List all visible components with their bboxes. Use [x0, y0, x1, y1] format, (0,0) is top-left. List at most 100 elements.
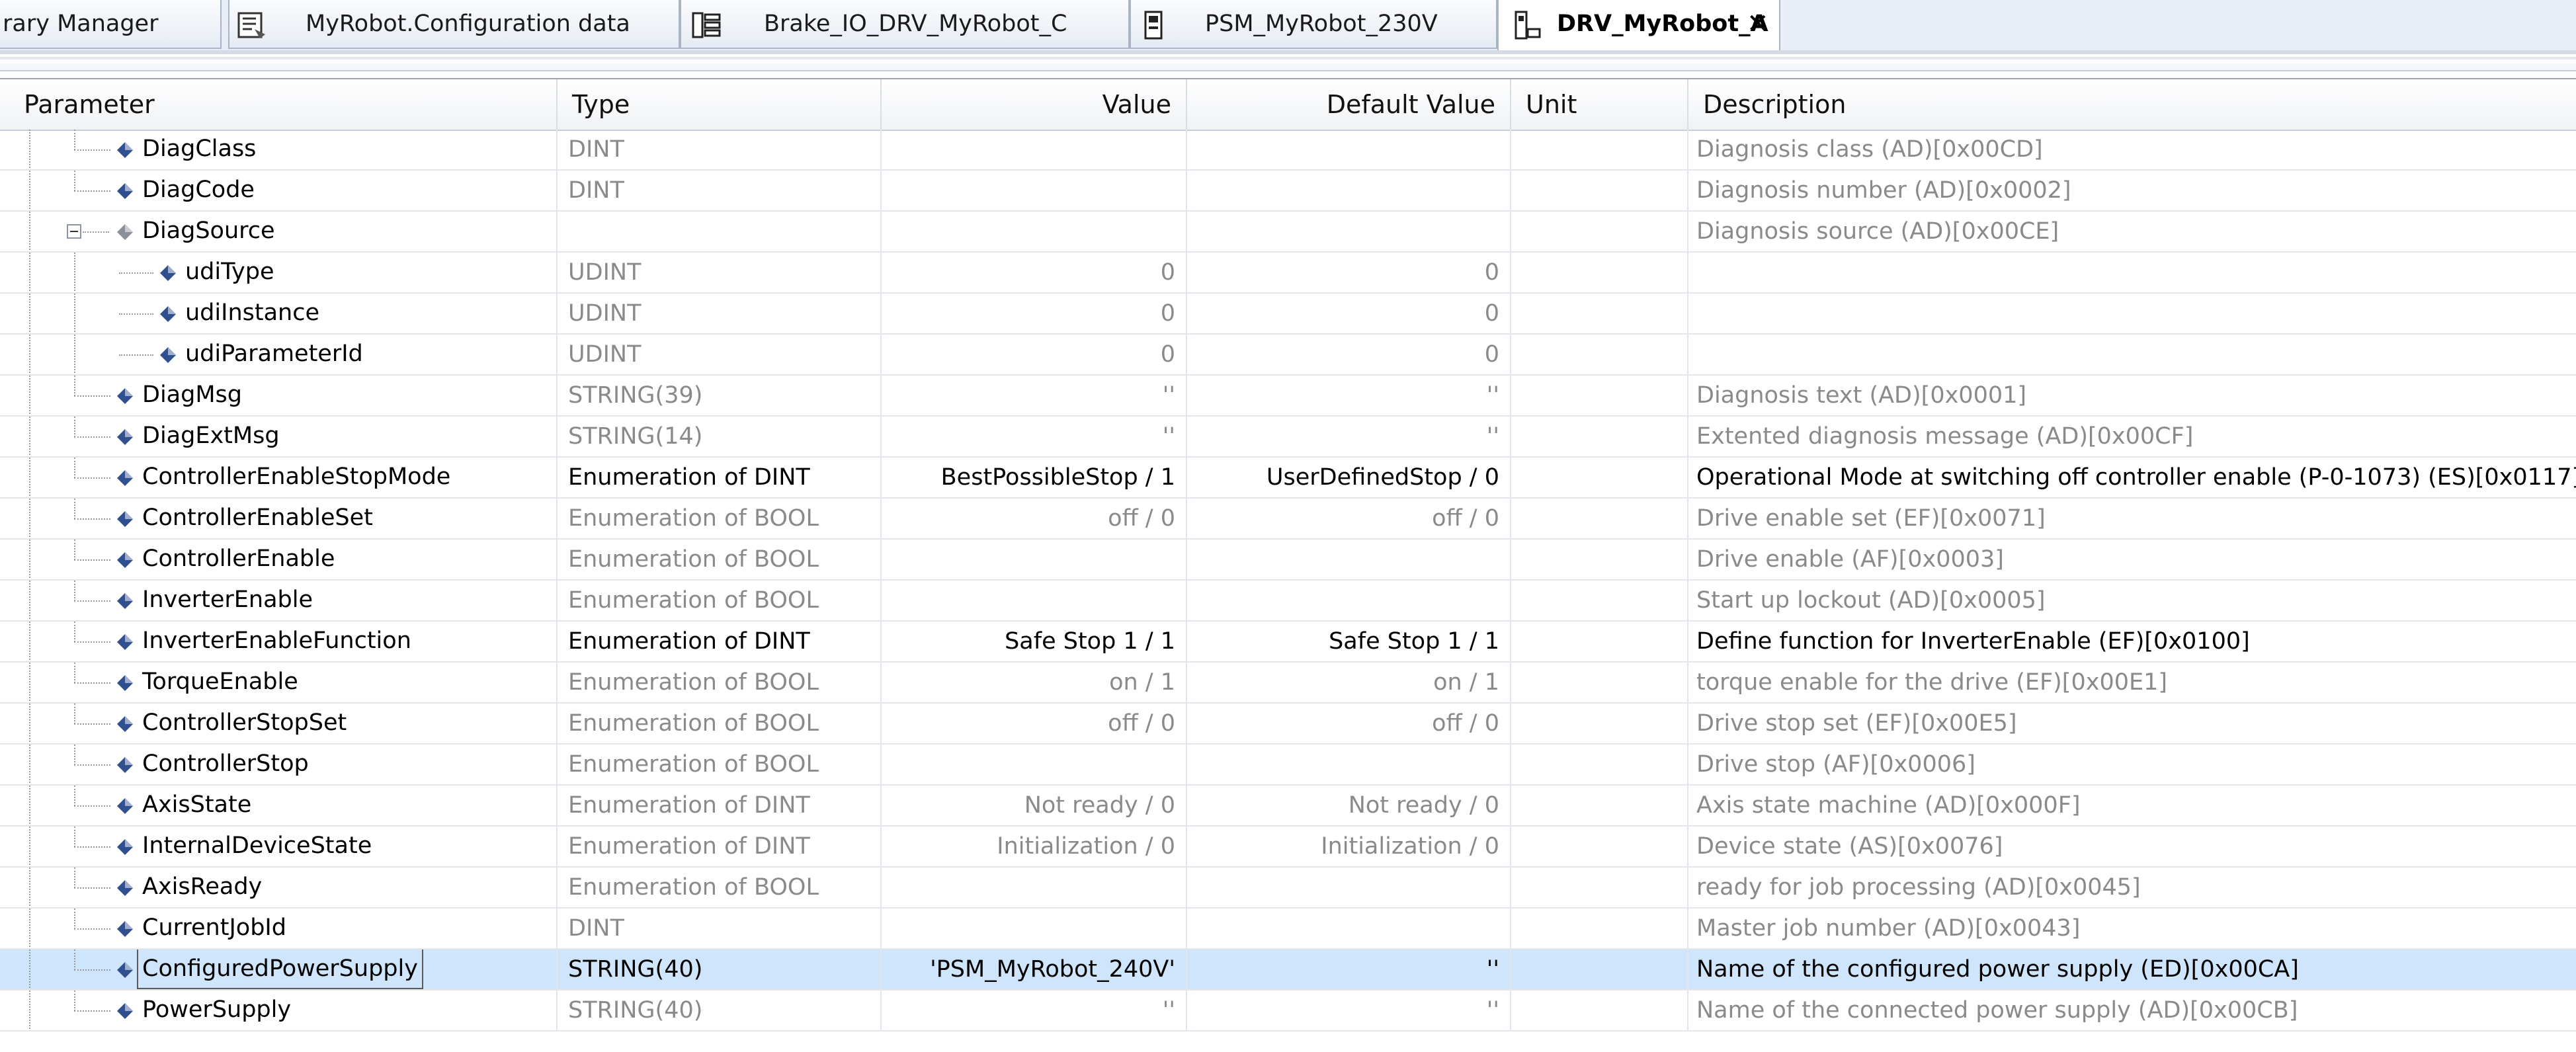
tree-line	[74, 294, 75, 333]
value-cell	[882, 909, 1187, 948]
collapse-toggle-icon[interactable]	[67, 224, 81, 239]
tree-line	[74, 499, 75, 519]
parameter-cell[interactable]: DiagClass	[0, 130, 558, 169]
table-row[interactable]: TorqueEnable Enumeration of BOOL on / 1 on …	[0, 663, 2576, 704]
table-row[interactable]: DiagExtMsg STRING(14) '' '' Extented diagnos…	[0, 417, 2576, 458]
table-row[interactable]: ConfiguredPowerSupply STRING(40) 'PSM_MyRo…	[0, 950, 2576, 991]
description-cell: Drive stop (AF)[0x0006]	[1696, 751, 1975, 778]
parameter-cell[interactable]: ControllerStop	[0, 745, 558, 784]
parameter-name: ConfiguredPowerSupply	[137, 950, 423, 989]
parameter-cell[interactable]: InternalDeviceState	[0, 827, 558, 866]
default-value-cell: UserDefinedStop / 0	[1187, 458, 1511, 497]
tree-line	[74, 130, 75, 150]
tree-line	[74, 887, 110, 889]
tree-line	[74, 376, 75, 396]
type-cell: STRING(40)	[558, 991, 882, 1030]
table-row[interactable]: ControllerEnableStopMode Enumeration of D…	[0, 458, 2576, 499]
table-row[interactable]: DiagSource Diagnosis source (AD)[0x00CE]	[0, 212, 2576, 253]
table-row[interactable]: AxisReady Enumeration of BOOL ready for jo…	[0, 868, 2576, 909]
parameter-cell[interactable]: InverterEnable	[0, 581, 558, 620]
table-row[interactable]: InverterEnable Enumeration of BOOL Start u…	[0, 581, 2576, 622]
tree-line	[74, 682, 110, 684]
value-cell[interactable]: 'PSM_MyRobot_240V'	[882, 950, 1187, 989]
tree-line	[29, 663, 30, 702]
parameter-cell[interactable]: udiInstance	[0, 294, 558, 333]
table-row[interactable]: DiagMsg STRING(39) '' '' Diagnosis text (AD)…	[0, 376, 2576, 417]
table-row[interactable]: ControllerEnable Enumeration of BOOL Drive…	[0, 540, 2576, 581]
parameter-cell[interactable]: ControllerEnableSet	[0, 499, 558, 538]
type-cell: Enumeration of DINT	[558, 827, 882, 866]
default-value-cell: 0	[1187, 335, 1511, 374]
parameter-group-icon	[117, 224, 133, 240]
parameter-cell[interactable]: DiagExtMsg	[0, 417, 558, 456]
tree-line	[29, 253, 30, 292]
column-header-value[interactable]: Value	[882, 79, 1187, 130]
parameter-cell[interactable]: ControllerStopSet	[0, 704, 558, 743]
table-row[interactable]: ControllerStopSet Enumeration of BOOL off …	[0, 704, 2576, 745]
tab-configuration-data[interactable]: MyRobot.Configuration data	[228, 0, 680, 49]
column-header-description[interactable]: Description	[1688, 79, 2576, 130]
table-row[interactable]: InternalDeviceState Enumeration of DINT In…	[0, 827, 2576, 868]
default-value-cell: on / 1	[1187, 663, 1511, 702]
parameter-cell[interactable]: AxisState	[0, 786, 558, 825]
table-row[interactable]: DiagClass DINT Diagnosis class (AD)[0x00CD…	[0, 130, 2576, 171]
column-header-default-value[interactable]: Default Value	[1187, 79, 1511, 130]
tree-line	[29, 458, 30, 497]
parameter-cell[interactable]: ControllerEnableStopMode	[0, 458, 558, 497]
table-row[interactable]: ControllerStop Enumeration of BOOL Drive s…	[0, 745, 2576, 786]
value-cell	[882, 212, 1187, 251]
tab-library-manager[interactable]: rary Manager	[0, 0, 222, 49]
close-tab-icon[interactable]: ✕	[1747, 8, 1769, 40]
tab-drv-myrobot-a[interactable]: DRV_MyRobot_A ✕	[1497, 0, 1780, 50]
default-value-cell: Initialization / 0	[1187, 827, 1511, 866]
parameter-cell[interactable]: AxisReady	[0, 868, 558, 907]
parameter-cell[interactable]: udiType	[0, 253, 558, 292]
table-row[interactable]: AxisState Enumeration of DINT Not ready / …	[0, 786, 2576, 827]
value-cell[interactable]: Safe Stop 1 / 1	[882, 622, 1187, 661]
unit-cell	[1511, 704, 1688, 743]
tree-line	[29, 786, 30, 825]
parameter-cell[interactable]: CurrentJobId	[0, 909, 558, 948]
tree-line	[74, 622, 75, 642]
description-cell: Extented diagnosis message (AD)[0x00CF]	[1696, 423, 2194, 450]
table-row[interactable]: DiagCode DINT Diagnosis number (AD)[0x0002…	[0, 171, 2576, 212]
value-cell: Initialization / 0	[882, 827, 1187, 866]
tree-line	[74, 928, 110, 930]
table-row[interactable]: udiParameterId UDINT 0 0	[0, 335, 2576, 376]
type-cell: Enumeration of DINT	[558, 458, 882, 497]
table-row[interactable]: CurrentJobId DINT Master job number (AD)[0…	[0, 909, 2576, 950]
table-row[interactable]: udiType UDINT 0 0	[0, 253, 2576, 294]
parameter-cell[interactable]: InverterEnableFunction	[0, 622, 558, 661]
parameter-cell[interactable]: TorqueEnable	[0, 663, 558, 702]
parameter-name: ControllerStopSet	[142, 709, 347, 736]
parameter-name: DiagMsg	[142, 382, 242, 408]
column-header-parameter[interactable]: Parameter	[0, 79, 558, 130]
parameter-name: InverterEnable	[142, 587, 313, 613]
parameter-cell[interactable]: DiagCode	[0, 171, 558, 210]
parameter-cell[interactable]: udiParameterId	[0, 335, 558, 374]
tab-label: rary Manager	[3, 11, 159, 37]
tab-psm[interactable]: PSM_MyRobot_230V	[1130, 0, 1497, 49]
table-row[interactable]: InverterEnableFunction Enumeration of DIN…	[0, 622, 2576, 663]
configuration-data-icon	[237, 12, 265, 38]
parameter-cell[interactable]: DiagMsg	[0, 376, 558, 415]
parameter-cell[interactable]: DiagSource	[0, 212, 558, 251]
tab-brake-io[interactable]: Brake_IO_DRV_MyRobot_C	[680, 0, 1130, 49]
value-cell[interactable]: BestPossibleStop / 1	[882, 458, 1187, 497]
column-header-type[interactable]: Type	[558, 79, 882, 130]
tree-line	[74, 846, 110, 848]
description-cell: Diagnosis number (AD)[0x0002]	[1696, 177, 2071, 204]
tree-line	[74, 600, 110, 602]
parameter-cell[interactable]: PowerSupply	[0, 991, 558, 1030]
type-cell: Enumeration of BOOL	[558, 581, 882, 620]
table-row[interactable]: udiInstance UDINT 0 0	[0, 294, 2576, 335]
table-row[interactable]: ControllerEnableSet Enumeration of BOOL of…	[0, 499, 2576, 540]
parameter-cell[interactable]: ConfiguredPowerSupply	[0, 950, 558, 989]
io-module-icon	[692, 12, 721, 38]
type-cell: DINT	[558, 909, 882, 948]
parameter-cell[interactable]: ControllerEnable	[0, 540, 558, 579]
unit-cell	[1511, 335, 1688, 374]
column-header-unit[interactable]: Unit	[1511, 79, 1688, 130]
value-cell: off / 0	[882, 704, 1187, 743]
table-row[interactable]: PowerSupply STRING(40) '' '' Name of the con…	[0, 991, 2576, 1032]
